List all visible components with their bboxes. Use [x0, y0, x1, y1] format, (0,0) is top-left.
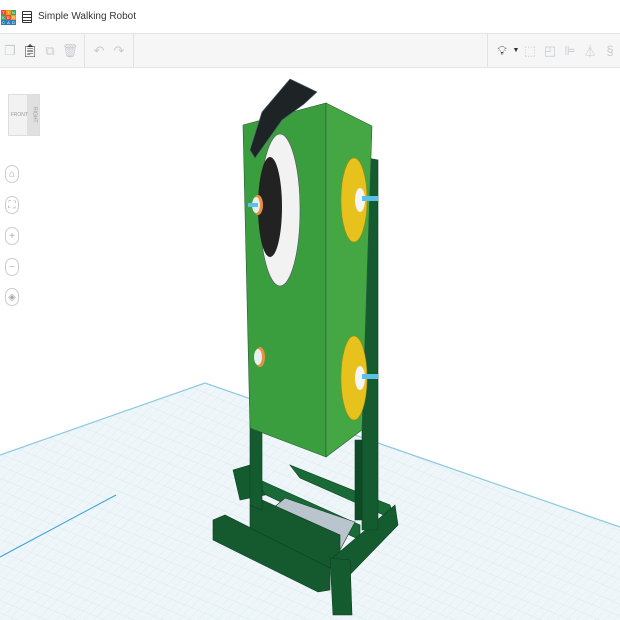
- copy-icon[interactable]: ❐: [0, 40, 20, 62]
- title-bar: TIN KER CAD Simple Walking Robot: [0, 0, 620, 33]
- fit-view-icon[interactable]: ⛶: [5, 196, 19, 214]
- document-title[interactable]: Simple Walking Robot: [38, 11, 136, 22]
- divider: [133, 33, 134, 68]
- redo-icon[interactable]: ↷: [109, 40, 129, 62]
- tinkercad-logo[interactable]: TIN KER CAD: [1, 10, 16, 25]
- align-icon[interactable]: ⊫: [560, 40, 580, 62]
- divider: [84, 33, 85, 68]
- view-cube-right[interactable]: RIGHT: [31, 107, 37, 123]
- undo-icon[interactable]: ↶: [89, 40, 109, 62]
- zoom-in-icon[interactable]: +: [5, 227, 19, 245]
- ungroup-icon[interactable]: ◰: [540, 40, 560, 62]
- delete-icon[interactable]: 🗑︎: [60, 40, 80, 62]
- perspective-icon[interactable]: ◈: [5, 288, 19, 306]
- zoom-out-icon[interactable]: −: [5, 258, 19, 276]
- mirror-icon[interactable]: ⏃: [580, 40, 600, 62]
- view-cube[interactable]: FRONT RIGHT: [8, 94, 40, 136]
- view-cube-front[interactable]: FRONT: [11, 112, 28, 118]
- light-bulb-icon[interactable]: 💡︎: [492, 40, 512, 62]
- logo-letter: D: [11, 20, 16, 25]
- paste-icon[interactable]: 📋︎: [20, 40, 40, 62]
- more-icon[interactable]: §: [600, 40, 620, 62]
- divider: [487, 33, 488, 68]
- chevron-down-icon[interactable]: ▼: [512, 40, 520, 62]
- 3d-viewport[interactable]: [0, 68, 620, 620]
- home-view-icon[interactable]: ⌂: [5, 165, 19, 183]
- duplicate-icon[interactable]: ⧉: [40, 40, 60, 62]
- toolbar: ❐ 📋︎ ⧉ 🗑︎ ↶ ↷ 💡︎ ▼ ⬚ ◰ ⊫ ⏃ §: [0, 33, 620, 68]
- group-icon[interactable]: ⬚: [520, 40, 540, 62]
- design-menu-icon[interactable]: [22, 10, 32, 23]
